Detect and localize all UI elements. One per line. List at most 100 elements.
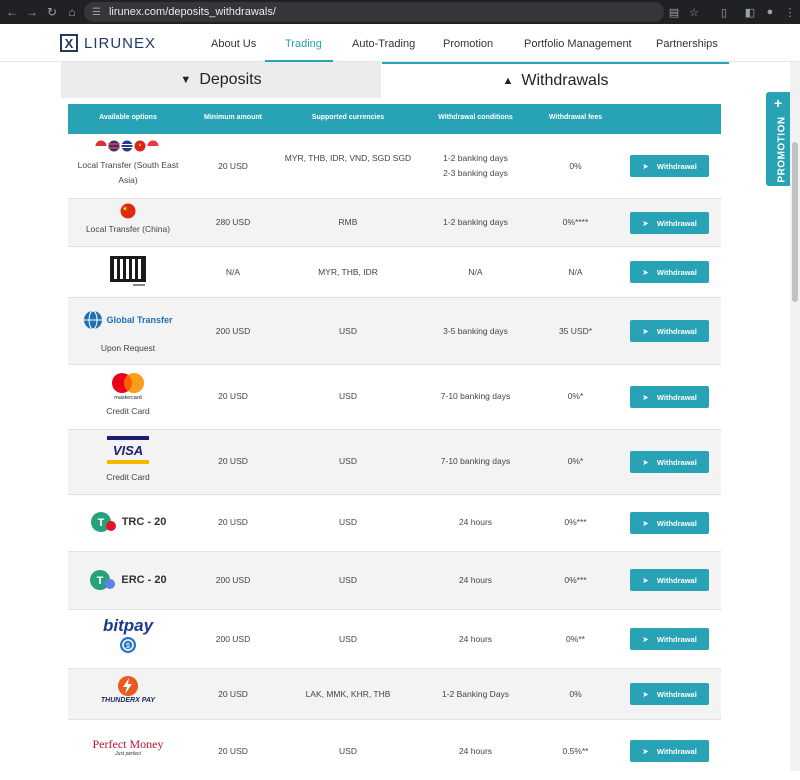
table-row: Perfect Money Just perfect 20 USD USD 24… (68, 720, 721, 780)
logo-text: bitpay (102, 616, 154, 635)
min-amount: N/A (225, 267, 241, 277)
menu-about-us[interactable]: About Us (211, 38, 256, 50)
table-row: Global Transfer Upon Request 200 USD USD… (68, 298, 721, 365)
paper-plane-icon: ➤ (642, 457, 649, 467)
withdrawal-button[interactable]: ➤ Withdrawal (630, 683, 709, 705)
currencies: USD (339, 391, 357, 401)
currencies: USD (339, 517, 357, 527)
plus-icon: + (774, 95, 783, 111)
menu-promotion[interactable]: Promotion (443, 38, 493, 50)
chevron-down-icon: ▼ (180, 74, 192, 86)
logo-text: Global Transfer (106, 315, 173, 325)
mastercard-icon: mastercard (68, 372, 188, 400)
menu-dots-icon[interactable]: ⋮ (780, 0, 800, 24)
logo-text: THUNDERX PAY (100, 697, 156, 704)
svg-text:VISA: VISA (113, 443, 143, 458)
fees: 0% (569, 689, 582, 699)
perfect-money-icon: Perfect Money Just perfect (68, 737, 188, 758)
currencies: USD (339, 634, 357, 644)
translate-icon[interactable]: ▤ (664, 0, 684, 24)
extensions-icon[interactable]: ▯ (714, 0, 734, 24)
chevron-up-icon: ▲ (502, 75, 514, 87)
min-amount: 20 USD (218, 746, 248, 756)
paper-plane-icon: ➤ (642, 267, 649, 277)
option-label: Local Transfer (China) (85, 224, 171, 234)
table-row: bitpay $ 200 USD USD 24 hours 0%** ➤ With… (68, 610, 721, 669)
currencies: MYR, THB, IDR, VND, SGD SGD (284, 153, 412, 163)
site-header: X LIRUNEX About Us Trading Auto-Trading … (0, 24, 800, 62)
withdrawal-button[interactable]: ➤ Withdrawal (630, 212, 709, 234)
site-info-icon[interactable]: ☰ (92, 7, 101, 18)
home-icon[interactable]: ⌂ (62, 0, 82, 24)
address-bar[interactable]: ☰ lirunex.com/deposits_withdrawals/ (84, 2, 664, 22)
conditions: 7-10 banking days (440, 456, 511, 466)
paper-plane-icon: ➤ (642, 392, 649, 402)
option-label: Upon Request (100, 343, 156, 353)
table-row: Local Transfer (South East Asia) 20 USD … (68, 134, 721, 199)
logo-text: ERC - 20 (121, 574, 167, 586)
withdrawal-button[interactable]: ➤ Withdrawal (630, 628, 709, 650)
tether-trc20-icon: T TRC - 20 (68, 511, 188, 533)
profile-icon[interactable]: ● (760, 0, 780, 24)
fees: N/A (568, 267, 583, 277)
paper-plane-icon: ➤ (642, 518, 649, 528)
thunderx-pay-icon: THUNDERX PAY (68, 675, 188, 704)
menu-trading[interactable]: Trading (285, 38, 322, 50)
fees: 0%* (567, 391, 584, 401)
paper-plane-icon: ➤ (642, 218, 649, 228)
menu-portfolio-management[interactable]: Portfolio Management (524, 38, 632, 50)
table-header: Available options Minimum amount Support… (68, 104, 721, 134)
help2pay-icon (68, 255, 188, 287)
sea-flags-icon (68, 140, 188, 152)
option-label: Local Transfer (South East Asia) (77, 160, 179, 185)
fees: 0%* (567, 456, 584, 466)
page-scrollbar[interactable] (790, 62, 800, 771)
menu-partnerships[interactable]: Partnerships (656, 38, 718, 50)
menu-auto-trading[interactable]: Auto-Trading (352, 38, 415, 50)
fees: 0%**** (562, 217, 589, 227)
option-label: Credit Card (106, 406, 150, 416)
min-amount: 20 USD (218, 517, 248, 527)
svg-text:T: T (97, 517, 104, 529)
scrollbar-thumb[interactable] (792, 142, 798, 302)
forward-icon[interactable]: → (22, 0, 42, 24)
tab-withdrawals[interactable]: ▲ Withdrawals (382, 62, 729, 98)
withdrawal-button[interactable]: ➤ Withdrawal (630, 320, 709, 342)
logo-text: Perfect Money (92, 737, 164, 751)
svg-text:T: T (97, 575, 104, 587)
star-icon[interactable]: ☆ (684, 0, 704, 24)
header-available-options: Available options (99, 114, 157, 121)
min-amount: 200 USD (215, 575, 251, 585)
tether-erc20-icon: T ERC - 20 (68, 569, 188, 591)
tab-deposits[interactable]: ▼ Deposits (61, 62, 381, 98)
fees: 0% (569, 161, 582, 171)
table-row: N/A MYR, THB, IDR N/A N/A ➤ Withdrawal (68, 247, 721, 298)
withdrawal-button[interactable]: ➤ Withdrawal (630, 261, 709, 283)
visa-icon: VISA (68, 436, 188, 464)
withdrawal-button[interactable]: ➤ Withdrawal (630, 740, 709, 762)
currencies: USD (339, 575, 357, 585)
withdrawal-button[interactable]: ➤ Withdrawal (630, 155, 709, 177)
paper-plane-icon: ➤ (642, 575, 649, 585)
withdrawal-button[interactable]: ➤ Withdrawal (630, 451, 709, 473)
withdrawal-button[interactable]: ➤ Withdrawal (630, 512, 709, 534)
withdrawal-button[interactable]: ➤ Withdrawal (630, 569, 709, 591)
conditions: 7-10 banking days (440, 391, 511, 401)
lirunex-logo[interactable]: X LIRUNEX (60, 34, 156, 52)
reload-icon[interactable]: ↻ (42, 0, 62, 24)
conditions: 1-2 banking days 2-3 banking days (443, 153, 508, 178)
fees: 0%*** (564, 575, 587, 585)
sidepanel-icon[interactable]: ◧ (740, 0, 760, 24)
min-amount: 20 USD (218, 391, 248, 401)
table-row: VISA Credit Card 20 USD USD 7-10 banking… (68, 430, 721, 495)
currencies: RMB (338, 217, 358, 227)
currencies: MYR, THB, IDR (318, 267, 378, 277)
paper-plane-icon: ➤ (642, 161, 649, 171)
currencies: USD (339, 326, 357, 336)
back-icon[interactable]: ← (2, 0, 22, 24)
withdrawal-button[interactable]: ➤ Withdrawal (630, 386, 709, 408)
header-withdrawal-fees: Withdrawal fees (548, 114, 603, 121)
header-withdrawal-conditions: Withdrawal conditions (438, 114, 513, 121)
bitpay-icon: bitpay $ (68, 616, 188, 654)
conditions: 1-2 Banking Days (441, 689, 510, 699)
